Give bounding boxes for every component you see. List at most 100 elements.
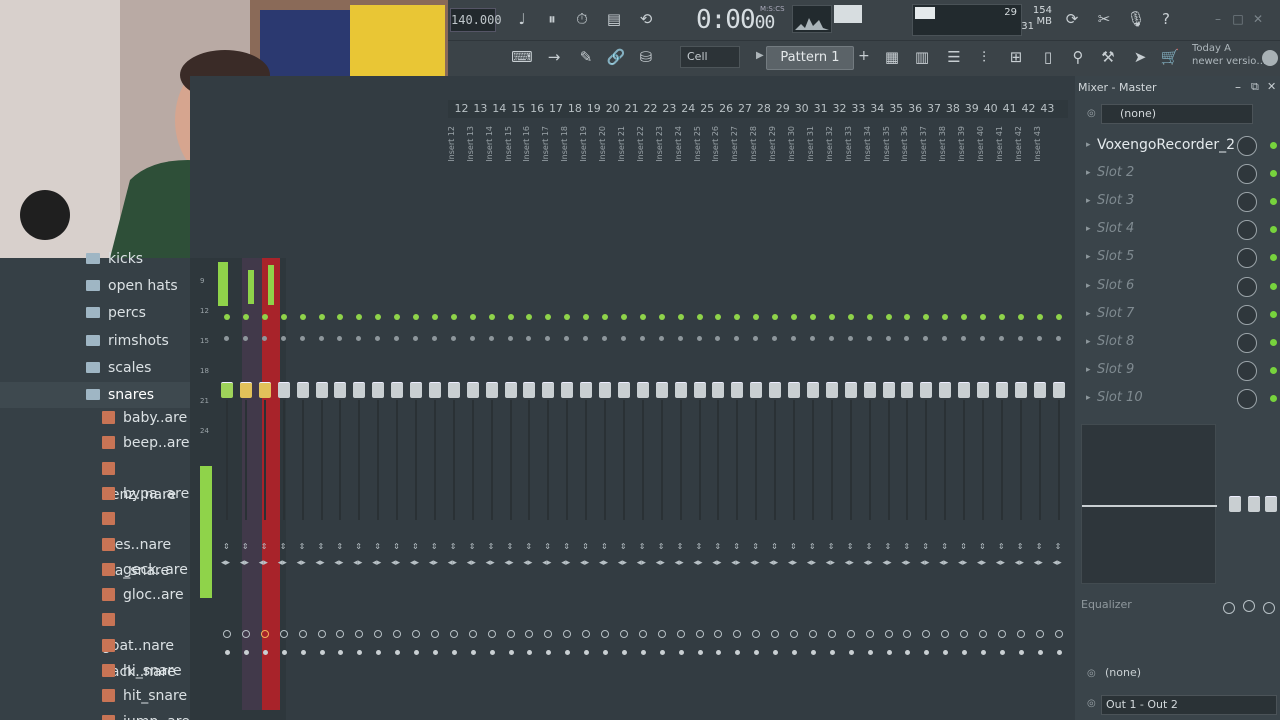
stereo-separation-icon[interactable]: ⇕ (412, 542, 419, 551)
mixer-insert-track[interactable]: Insert 26 ⇕ ◂▸ (709, 118, 727, 720)
track-enable-led[interactable] (224, 314, 230, 320)
slot-mix-knob[interactable] (1237, 136, 1257, 156)
track-enable-led[interactable] (1017, 314, 1024, 320)
swap-channels-icon[interactable]: ◂▸ (523, 558, 532, 568)
pan-knob[interactable] (375, 336, 381, 341)
swap-channels-icon[interactable]: ◂▸ (391, 558, 400, 568)
swap-channels-icon[interactable]: ◂▸ (920, 558, 929, 568)
arrow-right-icon[interactable]: → (542, 46, 566, 68)
slot-mix-knob[interactable] (1237, 332, 1257, 353)
volume-fader[interactable] (788, 382, 800, 398)
swap-channels-icon[interactable]: ◂▸ (996, 558, 1005, 568)
mixer-insert-track[interactable]: Insert 25 ⇕ ◂▸ (691, 118, 709, 720)
track-number[interactable]: 33 (849, 100, 868, 118)
mixer-insert-track[interactable]: Insert 36 ⇕ ◂▸ (898, 118, 916, 720)
browser-file[interactable]: beep..are (0, 430, 190, 456)
slot-mix-knob[interactable] (1237, 388, 1257, 409)
route-dot[interactable] (414, 650, 419, 655)
route-dot[interactable] (792, 650, 797, 655)
pattern-selector[interactable]: Pattern 1 (766, 46, 854, 70)
pan-knob[interactable] (791, 336, 796, 341)
swap-channels-icon[interactable]: ◂▸ (486, 558, 495, 568)
track-number[interactable]: 14 (490, 100, 509, 118)
effect-slot-active[interactable]: ▸ VoxengoRecorder_2 (1079, 132, 1279, 158)
minimize-panel-icon[interactable]: – (1235, 80, 1241, 94)
volume-fader[interactable] (939, 382, 952, 398)
track-number[interactable]: 26 (717, 100, 736, 118)
swap-channels-icon[interactable]: ◂▸ (353, 558, 362, 568)
route-dot[interactable] (905, 650, 911, 655)
record-arm-button[interactable] (260, 630, 269, 638)
mixer-icon[interactable]: ⫶ (972, 46, 996, 68)
track-enable-led[interactable] (885, 314, 892, 320)
pan-knob[interactable] (299, 336, 305, 341)
volume-fader[interactable] (296, 382, 309, 398)
time-mode-label[interactable]: M:S:CS (760, 5, 785, 13)
track-enable-led[interactable] (1036, 314, 1043, 320)
route-dot[interactable] (262, 650, 268, 655)
pan-knob[interactable] (1036, 336, 1042, 341)
track-number[interactable]: 29 (773, 100, 792, 118)
volume-fader[interactable] (580, 382, 593, 398)
track-enable-led[interactable] (488, 314, 495, 320)
bird-icon[interactable]: ➤ (1128, 46, 1152, 68)
swap-channels-icon[interactable]: ◂▸ (826, 558, 835, 568)
volume-fader[interactable] (995, 382, 1008, 398)
track-number[interactable]: 30 (792, 100, 811, 118)
track-number[interactable]: 20 (603, 100, 622, 118)
record-arm-button[interactable] (714, 630, 723, 638)
close-panel-icon[interactable]: ✕ (1267, 80, 1276, 93)
mixer-insert-track[interactable]: ⇕ ◂▸ (350, 118, 368, 720)
stereo-separation-icon[interactable]: ⇕ (355, 542, 362, 551)
browser-icon[interactable]: ⊞ (1004, 46, 1028, 68)
mixer-insert-track[interactable]: Insert 28 ⇕ ◂▸ (747, 118, 765, 720)
mixer-insert-track[interactable]: Insert 14 ⇕ ◂▸ (483, 118, 501, 720)
track-enable-led[interactable] (545, 314, 552, 320)
swap-channels-icon[interactable]: ◂▸ (259, 558, 268, 568)
pan-knob[interactable] (488, 336, 494, 341)
record-arm-button[interactable] (506, 630, 515, 638)
stereo-separation-icon[interactable]: ⇕ (507, 542, 514, 551)
mixer-insert-track[interactable]: Insert 23 ⇕ ◂▸ (653, 118, 671, 720)
pan-knob[interactable] (715, 336, 721, 341)
record-arm-button[interactable] (393, 630, 402, 638)
browser-folder[interactable]: open hats (0, 273, 190, 299)
pan-knob[interactable] (639, 336, 645, 341)
route-dot[interactable] (1037, 650, 1043, 655)
mixer-insert-track[interactable]: Insert 38 ⇕ ◂▸ (936, 118, 954, 720)
volume-fader[interactable] (466, 382, 479, 398)
swap-channels-icon[interactable]: ◂▸ (505, 558, 514, 568)
slot-enable-led[interactable] (1270, 394, 1277, 402)
route-dot[interactable] (546, 650, 552, 655)
pan-knob[interactable] (1017, 336, 1023, 341)
route-dot[interactable] (640, 650, 646, 655)
swap-channels-icon[interactable]: ◂▸ (240, 558, 249, 568)
stereo-separation-icon[interactable]: ⇕ (979, 542, 986, 551)
stereo-separation-icon[interactable]: ⇕ (469, 542, 476, 551)
track-number[interactable]: 19 (584, 100, 603, 118)
volume-fader[interactable] (258, 382, 271, 398)
swap-channels-icon[interactable]: ◂▸ (731, 558, 740, 568)
slot-enable-led[interactable] (1270, 310, 1277, 318)
volume-fader[interactable] (806, 382, 819, 398)
pan-knob[interactable] (620, 336, 626, 341)
track-enable-led[interactable] (961, 314, 968, 320)
record-arm-button[interactable] (733, 630, 742, 638)
microphone-icon[interactable]: 🎙 (1124, 8, 1148, 30)
track-number[interactable]: 39 (962, 100, 981, 118)
stereo-separation-icon[interactable]: ⇕ (488, 542, 495, 551)
slot-mix-knob[interactable] (1237, 304, 1257, 325)
track-enable-led[interactable] (942, 314, 949, 320)
volume-fader[interactable] (825, 382, 838, 398)
swap-channels-icon[interactable]: ◂▸ (845, 558, 854, 568)
snap-select[interactable]: Cell (680, 46, 740, 68)
volume-fader[interactable] (334, 382, 347, 398)
channel-rack-icon[interactable]: ☰ (942, 46, 966, 68)
swap-channels-icon[interactable]: ◂▸ (712, 558, 721, 568)
pan-knob[interactable] (337, 336, 343, 341)
slot-enable-led[interactable] (1270, 142, 1277, 149)
track-enable-led[interactable] (564, 314, 571, 320)
mixer-insert-track[interactable]: Insert 34 ⇕ ◂▸ (861, 118, 879, 720)
stereo-separation-icon[interactable]: ⇕ (336, 542, 343, 551)
mixer-insert-track[interactable]: ⇕ ◂▸ (218, 118, 236, 720)
